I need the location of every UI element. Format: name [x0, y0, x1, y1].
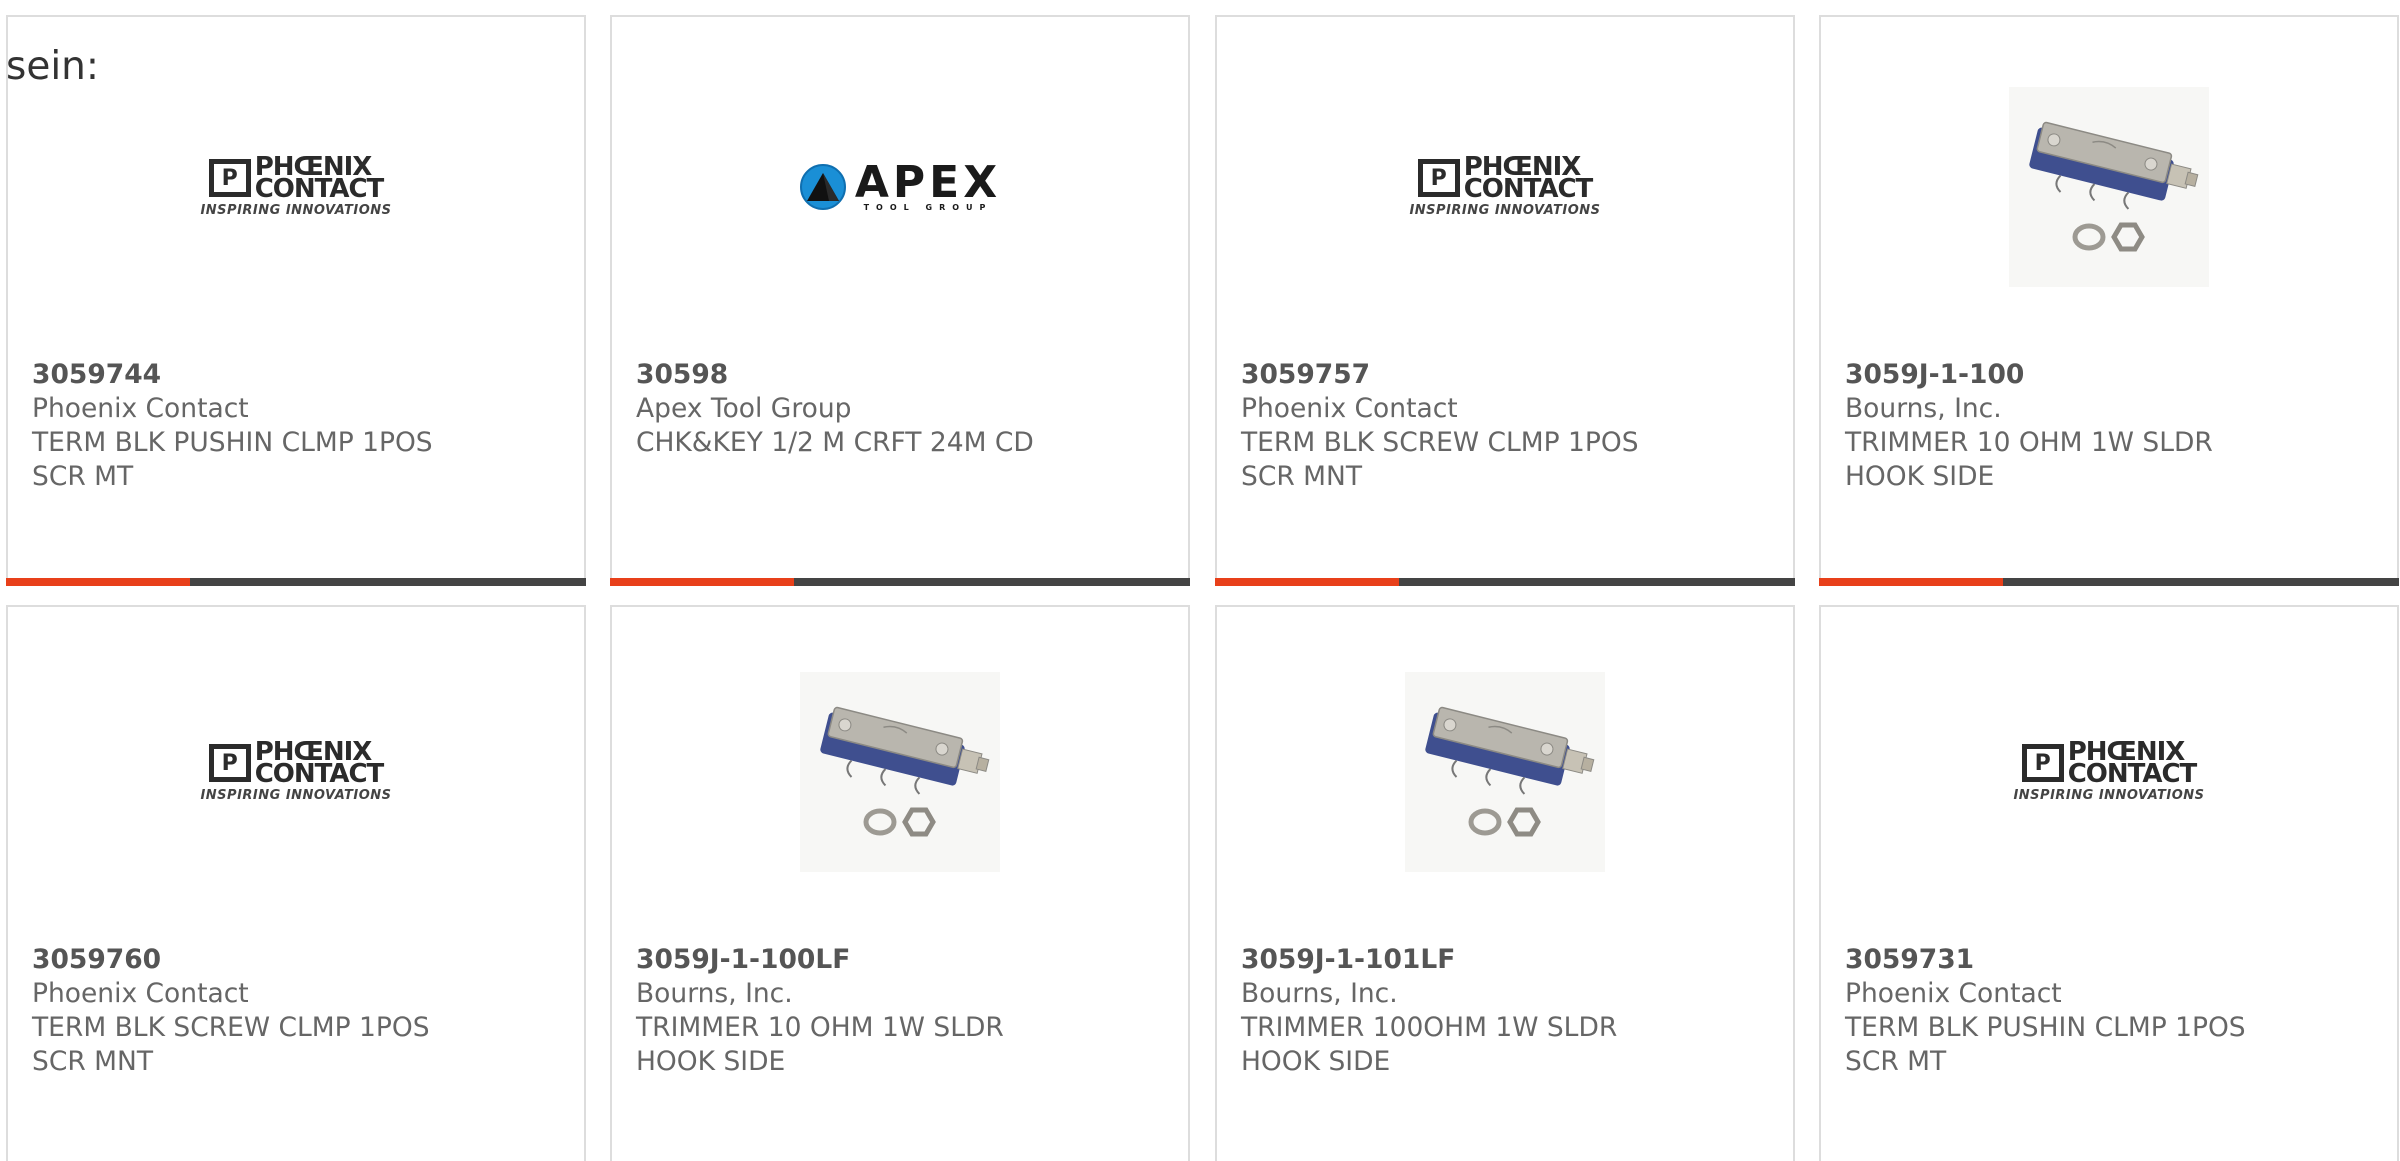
product-image[interactable]: P PHŒNIX CONTACT INSPIRING INNOVATIONS: [1821, 662, 2397, 882]
logo-wordmark-2: CONTACT: [254, 174, 385, 204]
manufacturer-name: Phoenix Contact: [1241, 393, 1458, 424]
logo-tagline: INSPIRING INNOVATIONS: [1409, 203, 1601, 218]
product-image[interactable]: [612, 662, 1188, 882]
description-line: TERM BLK SCREW CLMP 1POS: [1241, 427, 1639, 458]
product-image[interactable]: APEX TOOL GROUP: [612, 77, 1188, 297]
manufacturer-name: Bourns, Inc.: [1241, 978, 1398, 1009]
phoenix-mark-icon: P: [2021, 744, 2064, 782]
phoenix-mark-icon: P: [1417, 159, 1460, 197]
logo-wordmark-2: CONTACT: [2067, 759, 2198, 789]
trimmer-potentiometer-photo: [800, 672, 1000, 872]
product-card[interactable]: P PHŒNIX CONTACT INSPIRING INNOVATIONS 3…: [6, 15, 586, 586]
apex-tool-group-logo: APEX TOOL GROUP: [799, 156, 1002, 212]
part-number-link[interactable]: 3059J-1-101LF: [1241, 943, 1783, 977]
manufacturer-name: Apex Tool Group: [636, 393, 852, 424]
description-line: CHK&KEY 1/2 M CRFT 24M CD: [636, 427, 1034, 458]
description-line: SCR MNT: [32, 1046, 154, 1077]
manufacturer-name: Bourns, Inc.: [1845, 393, 2002, 424]
description-line: HOOK SIDE: [1241, 1046, 1391, 1077]
description-line: SCR MNT: [1241, 461, 1363, 492]
card-bottom-bar: [1215, 578, 1795, 586]
trimmer-potentiometer-photo: [2009, 87, 2209, 287]
part-number-link[interactable]: 3059760: [32, 943, 574, 977]
product-info: 3059760 Phoenix Contact TERM BLK SCREW CLM…: [32, 943, 574, 1079]
logo-tagline: INSPIRING INNOVATIONS: [200, 788, 392, 803]
card-accent-bar: [1215, 578, 1399, 586]
logo-wordmark-2: CONTACT: [254, 759, 385, 789]
product-info: 3059757 Phoenix Contact TERM BLK SCREW CLM…: [1241, 358, 1783, 494]
card-bottom-bar: [1819, 578, 2399, 586]
product-image[interactable]: [1217, 662, 1793, 882]
card-bottom-bar: [6, 578, 586, 586]
manufacturer-name: Phoenix Contact: [1845, 978, 2062, 1009]
product-card[interactable]: 3059J-1-100 Bourns, Inc. TRIMMER 10 OHM 1W…: [1819, 15, 2399, 586]
product-card[interactable]: 3059J-1-100LF Bourns, Inc. TRIMMER 10 OHM …: [610, 605, 1190, 1161]
logo-wordmark-2: CONTACT: [1463, 174, 1594, 204]
phoenix-mark-icon: P: [208, 159, 251, 197]
apex-globe-icon: [799, 164, 846, 210]
part-number-link[interactable]: 3059757: [1241, 358, 1783, 392]
description-line: HOOK SIDE: [1845, 461, 1995, 492]
logo-tagline: INSPIRING INNOVATIONS: [200, 203, 392, 218]
description-line: TERM BLK PUSHIN CLMP 1POS: [1845, 1012, 2246, 1043]
product-card[interactable]: P PHŒNIX CONTACT INSPIRING INNOVATIONS 3…: [1215, 15, 1795, 586]
phoenix-contact-logo: P PHŒNIX CONTACT INSPIRING INNOVATIONS: [200, 154, 392, 218]
product-info: 3059744 Phoenix Contact TERM BLK PUSHIN CL…: [32, 358, 574, 494]
description-line: TERM BLK PUSHIN CLMP 1POS: [32, 427, 433, 458]
description-line: TRIMMER 100OHM 1W SLDR: [1241, 1012, 1618, 1043]
part-number-link[interactable]: 3059J-1-100: [1845, 358, 2387, 392]
product-card[interactable]: APEX TOOL GROUP 30598 Apex Tool Group CHK&…: [610, 15, 1190, 586]
card-accent-bar: [610, 578, 794, 586]
phoenix-mark-icon: P: [208, 744, 251, 782]
product-image[interactable]: P PHŒNIX CONTACT INSPIRING INNOVATIONS: [8, 662, 584, 882]
product-info: 30598 Apex Tool Group CHK&KEY 1/2 M CRFT 2…: [636, 358, 1178, 460]
description-line: TRIMMER 10 OHM 1W SLDR: [636, 1012, 1004, 1043]
description-line: TRIMMER 10 OHM 1W SLDR: [1845, 427, 2213, 458]
logo-tagline: TOOL GROUP: [863, 202, 993, 212]
product-info: 3059J-1-101LF Bourns, Inc. TRIMMER 100OHM …: [1241, 943, 1783, 1079]
phoenix-contact-logo: P PHŒNIX CONTACT INSPIRING INNOVATIONS: [200, 739, 392, 803]
part-number-link[interactable]: 30598: [636, 358, 1178, 392]
product-card[interactable]: 3059J-1-101LF Bourns, Inc. TRIMMER 100OHM …: [1215, 605, 1795, 1161]
product-info: 3059J-1-100LF Bourns, Inc. TRIMMER 10 OHM …: [636, 943, 1178, 1079]
manufacturer-name: Phoenix Contact: [32, 978, 249, 1009]
card-bottom-bar: [610, 578, 1190, 586]
card-accent-bar: [6, 578, 190, 586]
card-accent-bar: [1819, 578, 2003, 586]
part-number-link[interactable]: 3059731: [1845, 943, 2387, 977]
product-info: 3059J-1-100 Bourns, Inc. TRIMMER 10 OHM 1W…: [1845, 358, 2387, 494]
logo-tagline: INSPIRING INNOVATIONS: [2013, 788, 2205, 803]
part-number-link[interactable]: 3059J-1-100LF: [636, 943, 1178, 977]
manufacturer-name: Phoenix Contact: [32, 393, 249, 424]
phoenix-contact-logo: P PHŒNIX CONTACT INSPIRING INNOVATIONS: [2013, 739, 2205, 803]
product-card[interactable]: P PHŒNIX CONTACT INSPIRING INNOVATIONS 3…: [1819, 605, 2399, 1161]
description-line: TERM BLK SCREW CLMP 1POS: [32, 1012, 430, 1043]
intro-text: sein:: [6, 44, 100, 89]
logo-wordmark: APEX: [854, 156, 1002, 208]
product-image[interactable]: P PHŒNIX CONTACT INSPIRING INNOVATIONS: [8, 77, 584, 297]
description-line: HOOK SIDE: [636, 1046, 786, 1077]
product-image[interactable]: P PHŒNIX CONTACT INSPIRING INNOVATIONS: [1217, 77, 1793, 297]
manufacturer-name: Bourns, Inc.: [636, 978, 793, 1009]
product-card[interactable]: P PHŒNIX CONTACT INSPIRING INNOVATIONS 3…: [6, 605, 586, 1161]
description-line: SCR MT: [32, 461, 134, 492]
description-line: SCR MT: [1845, 1046, 1947, 1077]
phoenix-contact-logo: P PHŒNIX CONTACT INSPIRING INNOVATIONS: [1409, 154, 1601, 218]
part-number-link[interactable]: 3059744: [32, 358, 574, 392]
product-image[interactable]: [1821, 77, 2397, 297]
trimmer-potentiometer-photo: [1405, 672, 1605, 872]
product-info: 3059731 Phoenix Contact TERM BLK PUSHIN CL…: [1845, 943, 2387, 1079]
